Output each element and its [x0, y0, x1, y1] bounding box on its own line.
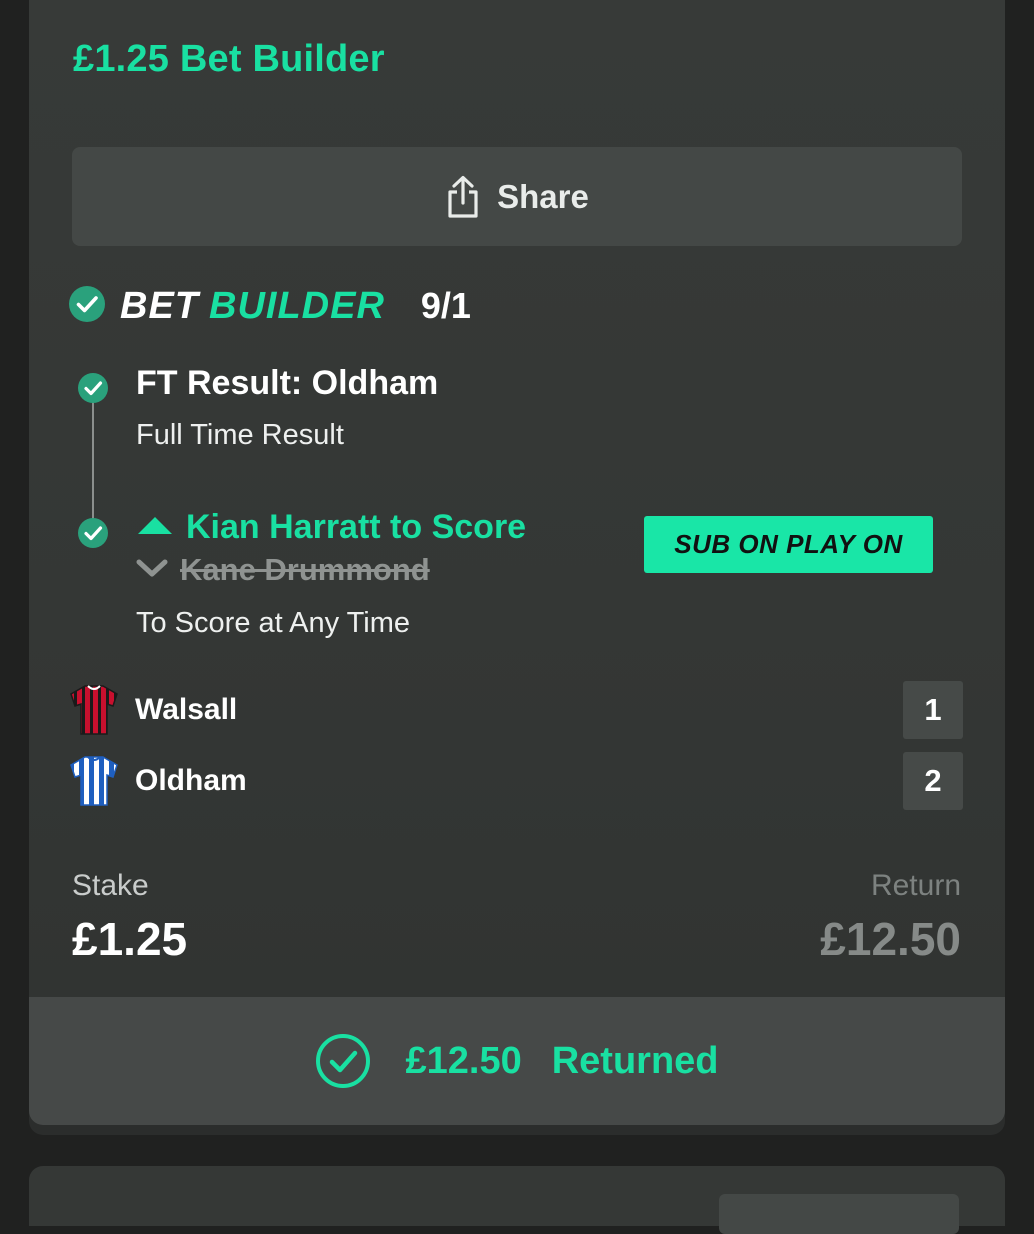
returned-status-bar: £12.50 Returned [29, 997, 1005, 1125]
next-bet-card [29, 1166, 1005, 1234]
stake-value: £1.25 [72, 913, 188, 965]
bet-builder-header: BET BUILDER 9/1 [68, 283, 471, 329]
sub-out-label: Kane Drummond [180, 552, 430, 587]
team-row-away: Oldham 2 [69, 752, 963, 810]
leg-selection: FT Result: Oldham [136, 364, 439, 402]
sub-in-label: Kian Harratt to Score [186, 508, 527, 546]
stake-label: Stake [72, 869, 149, 902]
team-score: 2 [903, 752, 963, 810]
next-card-button[interactable] [719, 1194, 959, 1234]
check-circle-icon [77, 372, 109, 404]
check-circle-icon [315, 1033, 405, 1089]
football-shirt-icon [69, 684, 119, 736]
team-row-home: Walsall 1 [69, 681, 963, 739]
return-label: Return [870, 869, 961, 902]
arrow-down-icon [136, 559, 168, 582]
returned-label: Returned [551, 1039, 719, 1082]
leg-market: To Score at Any Time [136, 607, 411, 639]
bet-odds: 9/1 [420, 285, 471, 326]
share-icon [445, 175, 481, 219]
check-circle-icon [77, 517, 109, 549]
share-button[interactable]: Share [72, 147, 962, 246]
football-shirt-icon [69, 755, 119, 807]
bet-title: £1.25 Bet Builder [73, 38, 385, 80]
bet-builder-label-builder: BUILDER [209, 284, 385, 327]
team-name: Walsall [135, 693, 238, 726]
sub-in-selection: Kian Harratt to Score [136, 508, 526, 547]
bet-card: £1.25 Bet Builder Share BET BUILDER 9/1 [29, 0, 1005, 1125]
team-score: 1 [903, 681, 963, 739]
sub-on-play-on-badge: SUB ON PLAY ON [644, 516, 933, 573]
check-circle-icon [68, 285, 106, 328]
team-name: Oldham [135, 764, 247, 797]
share-label: Share [497, 177, 589, 215]
bet-builder-label-bet: BET [120, 284, 199, 327]
leg-timeline-line [92, 396, 94, 524]
returned-amount: £12.50 [405, 1039, 522, 1082]
arrow-up-icon [136, 514, 174, 541]
sub-out-selection: Kane Drummond [136, 552, 430, 588]
return-value: £12.50 [820, 913, 961, 965]
leg-market: Full Time Result [136, 419, 344, 451]
